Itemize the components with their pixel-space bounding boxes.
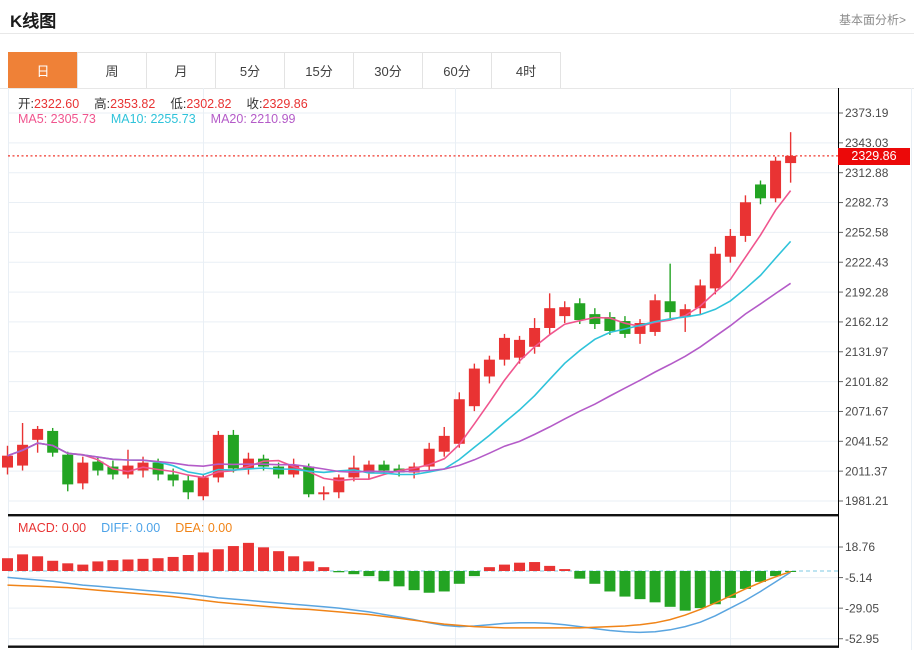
title-divider xyxy=(0,33,914,34)
svg-text:-52.95: -52.95 xyxy=(845,632,879,646)
ma5-value: 2305.73 xyxy=(50,112,96,126)
svg-text:2222.43: 2222.43 xyxy=(845,255,889,269)
svg-text:2162.12: 2162.12 xyxy=(845,315,889,329)
svg-text:-29.05: -29.05 xyxy=(845,601,879,615)
chart-area: 2373.19 2343.03 2312.88 2282.73 2252.58 2222.… xyxy=(0,88,914,652)
kline-chart-svg: 2373.192343.032312.882282.732252.582222.… xyxy=(0,88,914,650)
ma20-label: MA20: xyxy=(210,112,247,126)
close-label: 收: xyxy=(246,97,263,111)
svg-text:2101.82: 2101.82 xyxy=(845,375,889,389)
tab-day[interactable]: 日 xyxy=(8,52,78,89)
diff-label: DIFF: xyxy=(101,521,133,535)
ma5-label: MA5: xyxy=(18,112,48,126)
svg-text:18.76: 18.76 xyxy=(845,540,875,554)
diff-value: 0.00 xyxy=(135,521,161,535)
open-value: 2322.60 xyxy=(33,97,80,111)
macd-label: MACD: xyxy=(18,521,59,535)
macd-readout: MACD: 0.00 DIFF: 0.00 DEA: 0.00 xyxy=(18,521,247,535)
kline-app: K线图 基本面分析> 日周月 5分 15分 30分 60分 4时 2373.19 2343.… xyxy=(0,0,914,652)
svg-text:2011.37: 2011.37 xyxy=(845,464,888,478)
ma10-value: 2255.73 xyxy=(150,112,196,126)
svg-text:2041.52: 2041.52 xyxy=(845,435,889,449)
dea-value: 0.00 xyxy=(207,521,233,535)
open-label: 开: xyxy=(18,97,34,111)
macd-value: 0.00 xyxy=(61,521,87,535)
ma10-label: MA10: xyxy=(110,112,147,126)
ohlc-readout: 开:2322.60 高:2353.82 低:2302.82 收:2329.86 xyxy=(18,93,323,112)
tab-month[interactable]: 月 xyxy=(146,52,216,89)
page-title: K线图 xyxy=(10,12,57,31)
current-price-badge: 2329.86 xyxy=(838,148,910,165)
svg-text:2312.88: 2312.88 xyxy=(845,166,889,180)
ma20-value: 2210.99 xyxy=(250,112,296,126)
fundamental-analysis-link[interactable]: 基本面分析> xyxy=(839,11,906,28)
svg-text:2131.97: 2131.97 xyxy=(845,345,889,359)
svg-text:2071.67: 2071.67 xyxy=(845,405,889,419)
tab-60min[interactable]: 60分 xyxy=(422,52,492,89)
tab-5min[interactable]: 5分 xyxy=(215,52,285,89)
svg-text:2373.19: 2373.19 xyxy=(845,106,889,120)
low-value: 2302.82 xyxy=(186,97,232,111)
tab-15min[interactable]: 15分 xyxy=(284,52,354,89)
svg-text:2192.28: 2192.28 xyxy=(845,285,889,299)
high-label: 高: xyxy=(94,97,111,111)
ma-readout: MA5: 2305.73 MA10: 2255.73 MA20: 2210.99 xyxy=(18,112,310,126)
timeframe-tab-bar: 日周月 5分 15分 30分 60分 4时 xyxy=(8,52,561,89)
svg-text:-5.14: -5.14 xyxy=(845,571,873,585)
low-label: 低: xyxy=(170,97,187,111)
dea-label: DEA: xyxy=(175,521,205,535)
tab-4hour[interactable]: 4时 xyxy=(491,52,561,89)
high-value: 2353.82 xyxy=(110,97,156,111)
close-value: 2329.86 xyxy=(262,97,308,111)
tab-week[interactable]: 周 xyxy=(77,52,147,89)
svg-text:1981.21: 1981.21 xyxy=(845,494,889,508)
svg-text:2252.58: 2252.58 xyxy=(845,226,889,240)
tab-30min[interactable]: 30分 xyxy=(353,52,423,89)
svg-text:2282.73: 2282.73 xyxy=(845,196,889,210)
